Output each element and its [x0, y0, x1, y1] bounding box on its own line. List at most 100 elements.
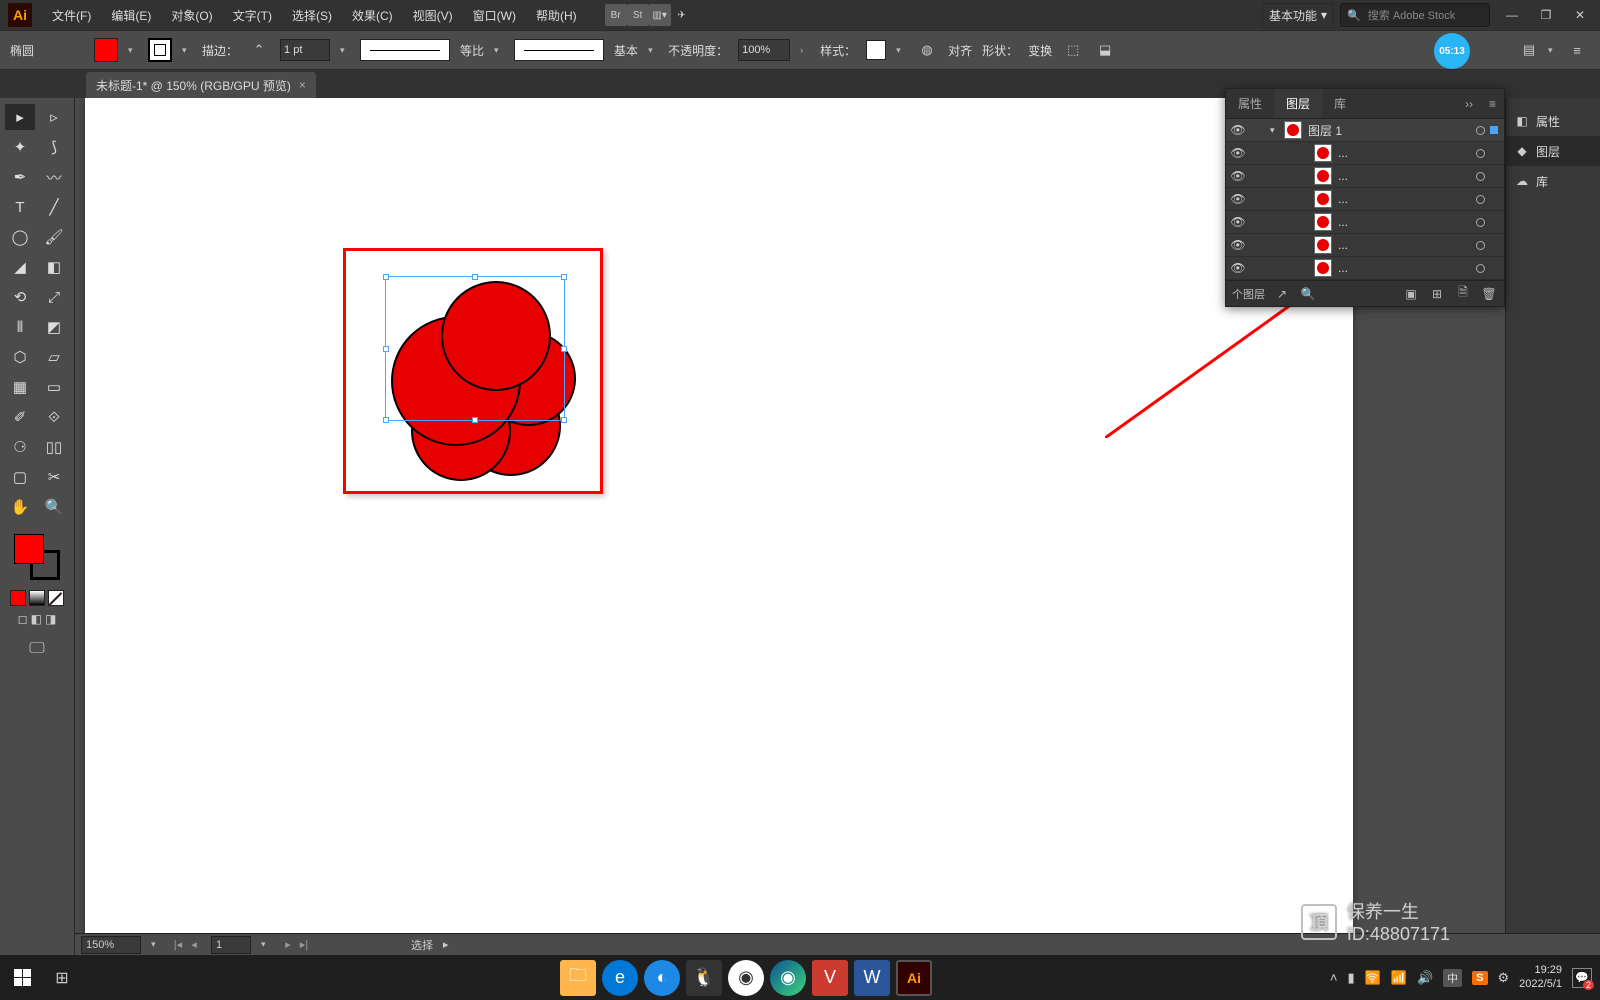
tray-network-icon[interactable]: 🛜	[1365, 970, 1381, 986]
layer-name[interactable]: 图层 1	[1308, 122, 1470, 139]
hand-tool[interactable]: ✋	[5, 494, 35, 520]
recolor-icon[interactable]: ◍	[916, 39, 938, 61]
curvature-tool[interactable]: 〰	[39, 164, 69, 190]
stroke-weight-dropdown-icon[interactable]: ▾	[340, 45, 350, 56]
start-button[interactable]	[0, 955, 44, 1000]
target-icon[interactable]	[1470, 149, 1490, 158]
tray-battery-icon[interactable]: ▮	[1347, 970, 1354, 986]
magic-wand-tool[interactable]: ✦	[5, 134, 35, 160]
taskbar-app-icon[interactable]: ◐	[644, 960, 680, 996]
width-tool[interactable]: ⫴	[5, 314, 35, 340]
zoom-dropdown-icon[interactable]: ▾	[151, 939, 161, 950]
perspective-tool[interactable]: ▱	[39, 344, 69, 370]
tray-settings-icon[interactable]: ⚙	[1498, 970, 1510, 986]
draw-inside-icon[interactable]: ◨	[45, 612, 56, 626]
menu-view[interactable]: 视图(V)	[403, 3, 463, 28]
variable-width-profile[interactable]	[360, 39, 450, 61]
pref-icon[interactable]: ▤	[1518, 39, 1540, 61]
pref-dd-icon[interactable]: ▾	[1548, 45, 1558, 56]
free-transform-tool[interactable]: ◩	[39, 314, 69, 340]
artboard-tool[interactable]: ▢	[5, 464, 35, 490]
tray-chevron-icon[interactable]: ˄	[1330, 970, 1338, 985]
layer-row[interactable]: 👁...	[1226, 165, 1504, 188]
opacity-arrow-icon[interactable]: ›	[800, 45, 810, 55]
workspace-switcher[interactable]: 基本功能 ▾	[1262, 3, 1334, 28]
panel-menu-icon[interactable]: ≡	[1566, 39, 1588, 61]
stock-icon[interactable]: St	[627, 4, 649, 26]
delete-layer-icon[interactable]: 🗑	[1480, 287, 1498, 301]
fill-color-swatch[interactable]	[94, 38, 118, 62]
panel-collapse-icon[interactable]: ››	[1457, 97, 1481, 111]
gpu-icon[interactable]: ✈	[671, 4, 693, 26]
stroke-color-swatch[interactable]	[148, 38, 172, 62]
taskbar-illustrator-icon[interactable]: Ai	[896, 960, 932, 996]
opacity-input[interactable]	[738, 39, 790, 61]
lasso-tool[interactable]: ⟆	[39, 134, 69, 160]
transform-label[interactable]: 变换	[1028, 42, 1052, 59]
resize-handle[interactable]	[472, 417, 478, 423]
window-restore-button[interactable]: ❐	[1534, 6, 1558, 24]
make-clipping-mask-icon[interactable]: ▣	[1402, 287, 1420, 301]
bridge-icon[interactable]: Br	[605, 4, 627, 26]
window-minimize-button[interactable]: —	[1500, 6, 1524, 24]
visibility-toggle-icon[interactable]: 👁	[1226, 261, 1250, 275]
last-artboard-icon[interactable]: ▸|	[297, 938, 311, 951]
menu-select[interactable]: 选择(S)	[282, 3, 342, 28]
layer-row[interactable]: 👁...	[1226, 142, 1504, 165]
action-center-icon[interactable]: 💬2	[1572, 968, 1592, 988]
taskbar-word-icon[interactable]: W	[854, 960, 890, 996]
tray-volume-icon[interactable]: 🔊	[1417, 970, 1433, 986]
menu-edit[interactable]: 编辑(E)	[101, 3, 161, 28]
vw-dropdown-icon[interactable]: ▾	[494, 45, 504, 56]
dock-layers-button[interactable]: ◆ 图层	[1506, 136, 1600, 166]
dock-properties-button[interactable]: ◧ 属性	[1506, 106, 1600, 136]
task-view-icon[interactable]: ⊞	[44, 968, 80, 988]
taskbar-qq-icon[interactable]: 🐧	[686, 960, 722, 996]
target-icon[interactable]	[1470, 241, 1490, 250]
panel-menu-icon[interactable]: ≡	[1481, 97, 1504, 111]
layer-row[interactable]: 👁...	[1226, 234, 1504, 257]
layer-row[interactable]: 👁...	[1226, 188, 1504, 211]
resize-handle[interactable]	[472, 274, 478, 280]
visibility-toggle-icon[interactable]: 👁	[1226, 192, 1250, 206]
eraser-tool[interactable]: ◧	[39, 254, 69, 280]
layer-name[interactable]: ...	[1338, 146, 1470, 160]
gradient-swatch-icon[interactable]	[29, 590, 45, 606]
menu-type[interactable]: 文字(T)	[223, 3, 282, 28]
slice-tool[interactable]: ✂	[39, 464, 69, 490]
menu-file[interactable]: 文件(F)	[42, 3, 101, 28]
gradient-tool[interactable]: ▭	[39, 374, 69, 400]
blend-tool[interactable]: ⟐	[39, 404, 69, 430]
status-dropdown-icon[interactable]: ▸	[443, 938, 449, 951]
none-swatch-icon[interactable]	[48, 590, 64, 606]
layer-row-top[interactable]: 👁 ▾ 图层 1	[1226, 119, 1504, 142]
shape-builder-tool[interactable]: ⬡	[5, 344, 35, 370]
artboard[interactable]	[85, 98, 1353, 955]
search-layer-icon[interactable]: 🔍	[1299, 287, 1317, 301]
new-sublayer-icon[interactable]: ⊞	[1428, 287, 1446, 301]
artboard-number-input[interactable]: 1	[211, 936, 251, 954]
document-tab[interactable]: 未标题-1* @ 150% (RGB/GPU 预览) ×	[86, 72, 316, 98]
fill-box-icon[interactable]	[14, 534, 44, 564]
graph-tool[interactable]: ▯▯	[39, 434, 69, 460]
taskbar-app2-icon[interactable]: V	[812, 960, 848, 996]
selection-tool[interactable]: ▸	[5, 104, 35, 130]
layer-expand-icon[interactable]: ▾	[1270, 125, 1284, 136]
visibility-toggle-icon[interactable]: 👁	[1226, 146, 1250, 160]
resize-handle[interactable]	[561, 346, 567, 352]
mesh-tool[interactable]: ▦	[5, 374, 35, 400]
layer-name[interactable]: ...	[1338, 215, 1470, 229]
visibility-toggle-icon[interactable]: 👁	[1226, 215, 1250, 229]
stroke-decrease-icon[interactable]: ⌃	[248, 39, 270, 61]
layer-name[interactable]: ...	[1338, 192, 1470, 206]
dock-libraries-button[interactable]: ☁ 库	[1506, 166, 1600, 196]
screen-mode-icon[interactable]: 🖵	[29, 640, 44, 658]
tray-ime-indicator[interactable]: 中	[1443, 969, 1462, 987]
taskbar-ie-icon[interactable]: e	[602, 960, 638, 996]
taskbar-explorer-icon[interactable]: 🗀	[560, 960, 596, 996]
type-tool[interactable]: T	[5, 194, 35, 220]
color-swatch-icon[interactable]	[10, 590, 26, 606]
resize-handle[interactable]	[383, 274, 389, 280]
paintbrush-tool[interactable]: 🖌	[39, 224, 69, 250]
tray-wifi-icon[interactable]: 📶	[1391, 970, 1407, 986]
